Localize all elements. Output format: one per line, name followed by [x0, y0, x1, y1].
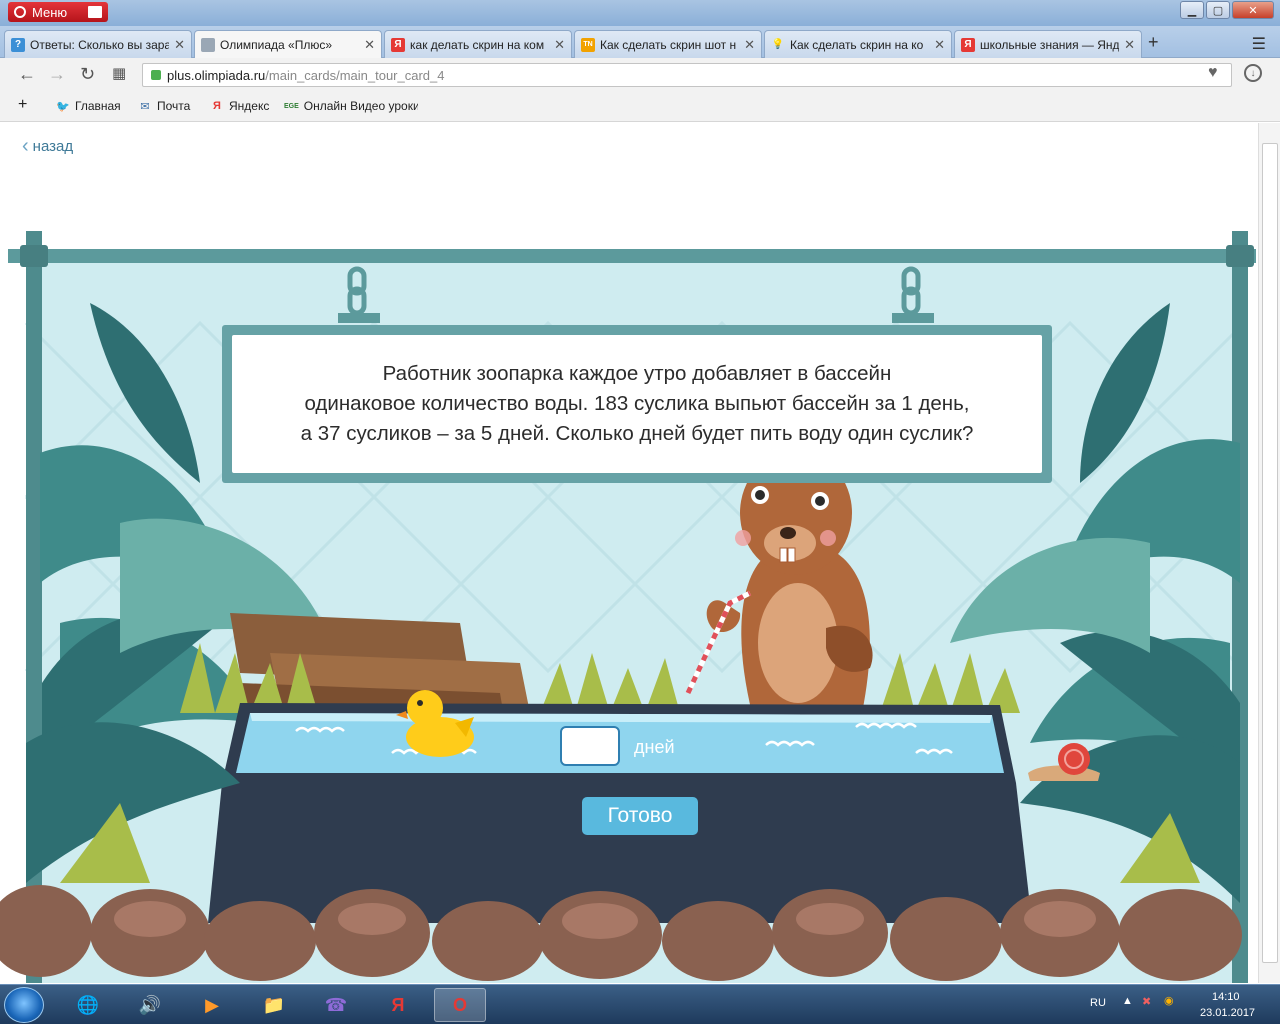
tab-2[interactable]: Я как делать скрин на ком ✕: [384, 30, 572, 58]
forward-arrow-icon[interactable]: →: [48, 64, 66, 85]
page-viewport: ‹ назад Работник зоопарка каждое утро до…: [0, 123, 1258, 983]
speed-dial-icon[interactable]: ▦: [112, 64, 126, 82]
taskbar-speaker-icon[interactable]: 🔊: [124, 988, 176, 1022]
start-button[interactable]: [4, 987, 44, 1023]
taskbar-media-player-icon[interactable]: ▶: [186, 988, 238, 1022]
tab-favicon-icon: [201, 38, 215, 52]
mail-icon: ✉: [140, 100, 150, 113]
window-titlebar: Меню ▁ ▢ ✕: [0, 0, 1280, 26]
tab-title: школьные знания — Янд: [980, 37, 1120, 52]
tab-favicon-icon: Я: [391, 37, 405, 52]
ege-gia-icon: EGE: [284, 102, 299, 110]
bookmark-label: Яндекс: [229, 99, 270, 113]
tab-close-icon[interactable]: ✕: [174, 37, 185, 53]
tray-time[interactable]: 14:10: [1212, 991, 1240, 1003]
tab-close-icon[interactable]: ✕: [1124, 37, 1135, 53]
close-window-button[interactable]: ✕: [1232, 1, 1274, 19]
tab-0[interactable]: ? Ответы: Сколько вы зара ✕: [4, 30, 192, 58]
bookmark-label: Главная: [75, 99, 121, 113]
bookmark-item[interactable]: ✉ Почта: [138, 99, 190, 113]
question-line: а 37 сусликов – за 5 дней. Сколько дней …: [300, 422, 974, 445]
tab-close-icon[interactable]: ✕: [364, 37, 375, 53]
url-path: /main_cards/main_tour_card_4: [265, 67, 445, 83]
tab-favicon-icon: TN: [581, 37, 595, 52]
tab-favicon-icon: 💡: [771, 39, 785, 50]
back-arrow-icon[interactable]: ←: [18, 64, 36, 85]
taskbar-yandex-icon[interactable]: Я: [372, 988, 424, 1022]
tab-title: Олимпиада «Плюс»: [220, 38, 333, 52]
tab-bar: ? Ответы: Сколько вы зара ✕ Олимпиада «П…: [0, 26, 1280, 59]
tab-4[interactable]: 💡 Как сделать скрин на ко ✕: [764, 30, 952, 58]
back-link[interactable]: ‹ назад: [22, 135, 73, 158]
tab-favicon-icon: ?: [11, 37, 25, 52]
tab-1[interactable]: Олимпиада «Плюс» ✕: [194, 30, 382, 59]
chevron-left-icon: ‹: [22, 135, 29, 157]
windows-taskbar: 🌐 🔊 ▶ 📁 ☎ Я O RU ▲ ✖ ◉ 14:10 23.01.2017: [0, 984, 1280, 1024]
maximize-button[interactable]: ▢: [1206, 1, 1230, 19]
submit-button[interactable]: Готово: [582, 797, 698, 835]
secure-lock-icon: [151, 70, 161, 80]
tray-date[interactable]: 23.01.2017: [1200, 1007, 1255, 1019]
tray-odnoklassniki-icon[interactable]: ◉: [1164, 994, 1174, 1007]
add-bookmark-icon[interactable]: +: [18, 96, 27, 114]
tab-title: Как сделать скрин шот н: [600, 37, 737, 52]
menu-label: Меню: [32, 4, 68, 20]
reload-icon[interactable]: ↻: [80, 64, 95, 85]
tray-language[interactable]: RU: [1090, 997, 1106, 1009]
opera-logo-icon: [14, 6, 26, 18]
taskbar-opera-icon[interactable]: O: [434, 988, 486, 1022]
opera-menu-button[interactable]: Меню: [8, 2, 108, 22]
tray-show-hidden-icon[interactable]: ▲: [1122, 995, 1133, 1007]
tab-title: Ответы: Сколько вы зара: [30, 37, 170, 52]
address-toolbar: ← → ↻ ▦ plus.olimpiada.ru/main_cards/mai…: [0, 58, 1280, 92]
bookmark-item[interactable]: EGE Онлайн Видео уроки: [284, 99, 418, 113]
bookmarks-bar: + 🐦 Главная ✉ Почта Я Яндекс EGE Онлайн …: [0, 92, 1280, 122]
tab-favicon-icon: Я: [961, 37, 975, 52]
bookmark-heart-icon[interactable]: ♥: [1208, 64, 1218, 82]
tab-menu-icon[interactable]: ☰: [1252, 34, 1266, 54]
download-icon[interactable]: ↓: [1244, 64, 1262, 82]
answer-unit-label: дней: [634, 737, 675, 757]
taskbar-viber-icon[interactable]: ☎: [310, 988, 362, 1022]
bookmark-item[interactable]: 🐦 Главная: [56, 99, 121, 113]
window-controls: ▁ ▢ ✕: [1180, 1, 1274, 19]
tray-network-icon[interactable]: ✖: [1142, 995, 1151, 1008]
back-label: назад: [32, 138, 74, 155]
tab-3[interactable]: TN Как сделать скрин шот н ✕: [574, 30, 762, 58]
new-tab-icon[interactable]: +: [1148, 32, 1159, 53]
tab-close-icon[interactable]: ✕: [934, 37, 945, 53]
bookmark-label: Онлайн Видео уроки: [303, 99, 418, 113]
tab-title: Как сделать скрин на ко: [790, 37, 924, 52]
yandex-icon: Я: [213, 100, 221, 112]
question-text: Работник зоопарка каждое утро добавляет …: [232, 335, 1042, 473]
page-scrollbar[interactable]: [1258, 123, 1280, 983]
address-input[interactable]: plus.olimpiada.ru/main_cards/main_tour_c…: [142, 63, 1232, 87]
bookmark-item[interactable]: Я Яндекс: [210, 99, 269, 113]
question-line: одинаковое количество воды. 183 суслика …: [304, 392, 970, 415]
taskbar-globe-icon[interactable]: 🌐: [62, 988, 114, 1022]
answer-input[interactable]: [560, 726, 620, 766]
question-board: Работник зоопарка каждое утро добавляет …: [222, 325, 1052, 483]
bookmark-label: Почта: [157, 99, 191, 113]
minimize-button[interactable]: ▁: [1180, 1, 1204, 19]
tab-title: как делать скрин на ком: [410, 37, 545, 52]
zoo-scene-illustration: [0, 231, 1256, 983]
question-line: Работник зоопарка каждое утро добавляет …: [382, 362, 892, 385]
tab-close-icon[interactable]: ✕: [744, 37, 755, 53]
tab-close-icon[interactable]: ✕: [554, 37, 565, 53]
notification-flag-icon: [88, 6, 102, 18]
twitter-bird-icon: 🐦: [56, 100, 70, 113]
tab-5[interactable]: Я школьные знания — Янд ✕: [954, 30, 1142, 58]
url-domain: plus.olimpiada.ru: [167, 67, 266, 83]
taskbar-folder-icon[interactable]: 📁: [248, 988, 300, 1022]
scrollbar-thumb[interactable]: [1262, 143, 1278, 963]
